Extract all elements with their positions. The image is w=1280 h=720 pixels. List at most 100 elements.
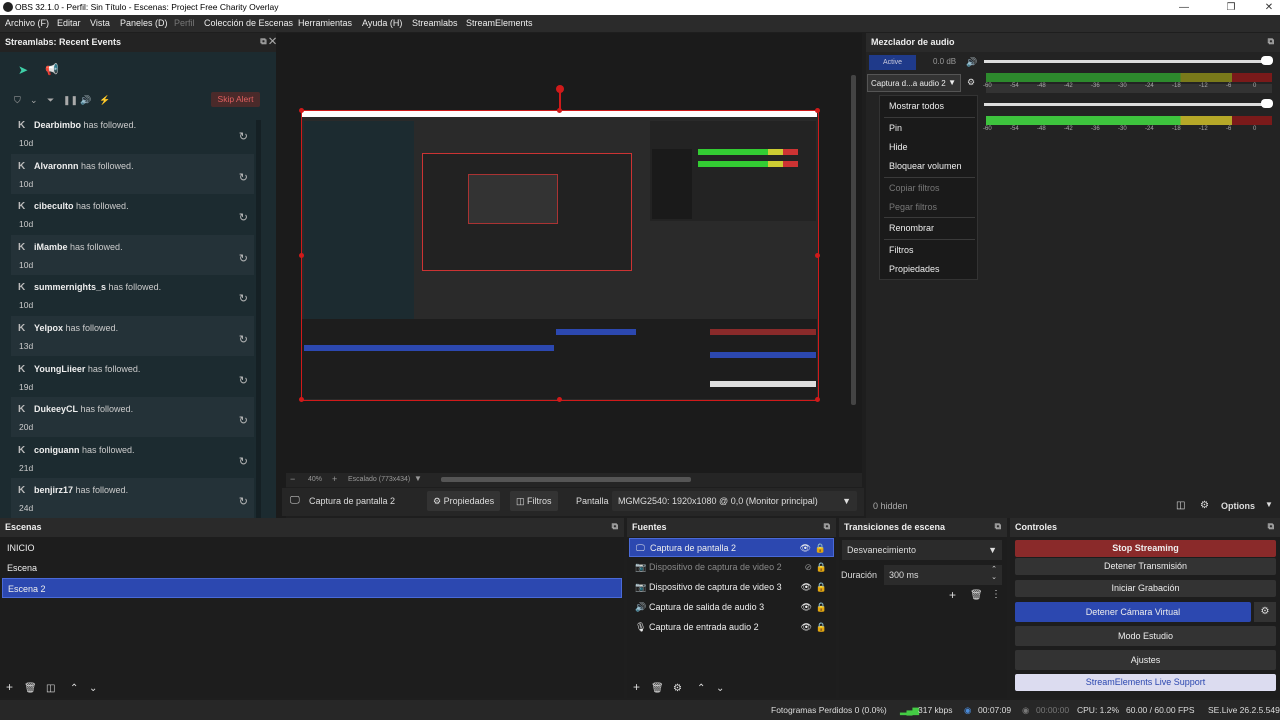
volume-slider-2[interactable] — [984, 103, 1272, 106]
resize-handle-l[interactable] — [299, 253, 304, 258]
settings-button[interactable]: Ajustes — [1015, 650, 1276, 670]
menu-pin[interactable]: Pin — [889, 123, 902, 133]
replay-icon[interactable]: ↻ — [239, 455, 248, 468]
menu-coleccion[interactable]: Colección de Escenas — [204, 18, 293, 28]
scene-item[interactable]: Escena — [2, 558, 622, 578]
options-dropdown-icon[interactable]: ▼ — [1265, 500, 1273, 509]
minimize-button[interactable]: — — [1165, 0, 1203, 15]
mute-alerts-icon[interactable]: ⚡ — [99, 95, 110, 106]
menu-editar[interactable]: Editar — [57, 18, 81, 28]
dock-float-icon[interactable]: ⧉ — [995, 521, 1001, 532]
source-item-selected[interactable]: 🖵 Captura de pantalla 2 👁 🔒 — [629, 538, 834, 557]
preview-vertical-scrollbar[interactable] — [851, 75, 856, 405]
dock-float-icon[interactable]: ⧉ — [824, 521, 830, 532]
replay-icon[interactable]: ↻ — [239, 211, 248, 224]
eye-hidden-icon[interactable]: ⊘ — [804, 558, 812, 577]
mixer-settings-icon[interactable]: ⚙ — [967, 77, 975, 88]
dock-float-icon[interactable]: ⧉ — [1268, 36, 1274, 47]
horizontal-scrollbar[interactable] — [441, 477, 691, 482]
replay-icon[interactable]: ↻ — [239, 130, 248, 143]
channel-select[interactable]: Captura d...a audio 2 ▼ — [867, 74, 961, 92]
menu-show-all[interactable]: Mostrar todos — [889, 101, 944, 111]
replay-icon[interactable]: ↻ — [239, 292, 248, 305]
eye-icon[interactable]: 👁 — [800, 539, 811, 558]
start-recording-button[interactable]: Iniciar Grabación — [1015, 580, 1276, 597]
display-select[interactable]: MGMG2540: 1920x1080 @ 0,0 (Monitor princ… — [612, 491, 857, 511]
source-item[interactable]: 🎙 Captura de entrada audio 2 👁 🔒 — [629, 618, 834, 637]
replay-icon[interactable]: ↻ — [239, 414, 248, 427]
scene-item-selected[interactable]: Escena 2 — [2, 578, 622, 598]
resize-handle-bl[interactable] — [299, 397, 304, 402]
shield-icon[interactable]: ⛉ — [14, 95, 21, 106]
volume-slider-1[interactable] — [984, 60, 1272, 63]
gear-icon[interactable]: ⚙ — [673, 683, 682, 694]
trash-icon[interactable]: 🗑 — [24, 683, 37, 694]
move-down-icon[interactable]: ⌄ — [716, 683, 724, 694]
eye-icon[interactable]: 👁 — [801, 578, 812, 597]
zoom-out-button[interactable]: − — [290, 474, 295, 484]
menu-vista[interactable]: Vista — [90, 18, 110, 28]
close-button[interactable]: ✕ — [1250, 0, 1280, 15]
move-down-icon[interactable]: ⌄ — [89, 683, 97, 694]
menu-paneles[interactable]: Paneles (D) — [120, 18, 168, 28]
filters-button[interactable]: ◫ Filtros — [510, 491, 558, 511]
source-item[interactable]: 📷 Dispositivo de captura de video 2 ⊘ 🔒 — [629, 558, 834, 577]
scale-dropdown-icon[interactable]: ▼ — [414, 474, 422, 483]
dock-float-close-icon[interactable]: ⧉ ✕ — [260, 36, 276, 47]
resize-handle-br[interactable] — [815, 397, 820, 402]
settings-icon[interactable]: ⚙ — [1200, 500, 1209, 511]
menu-lock-volume[interactable]: Bloquear volumen — [889, 161, 962, 171]
volume-slider-2-thumb[interactable] — [1261, 99, 1273, 108]
megaphone-icon[interactable]: 📢 — [45, 63, 59, 76]
se-live-support-button[interactable]: StreamElements Live Support — [1015, 674, 1276, 691]
lock-icon[interactable]: 🔒 — [816, 558, 827, 577]
pause-icon[interactable]: ❚❚ — [63, 95, 78, 106]
menu-properties[interactable]: Propiedades — [889, 264, 940, 274]
skip-alert-button[interactable]: Skip Alert — [211, 92, 260, 107]
menu-rename[interactable]: Renombrar — [889, 223, 934, 233]
menu-streamelements[interactable]: StreamElements — [466, 18, 533, 28]
dock-float-icon[interactable]: ⧉ — [1268, 521, 1274, 532]
preview-source-capture[interactable] — [299, 108, 820, 402]
replay-icon[interactable]: ↻ — [239, 495, 248, 508]
duration-field[interactable]: 300 ms ⌃ ⌄ — [884, 565, 1002, 585]
menu-copy-filters[interactable]: Copiar filtros — [889, 183, 940, 193]
layout-icon[interactable]: ◫ — [1176, 500, 1185, 511]
volume-icon[interactable]: 🔊 — [80, 95, 91, 106]
menu-paste-filters[interactable]: Pegar filtros — [889, 202, 937, 212]
replay-icon[interactable]: ↻ — [239, 252, 248, 265]
stop-virtual-cam-button[interactable]: Detener Cámara Virtual — [1015, 602, 1251, 622]
menu-hide[interactable]: Hide — [889, 142, 908, 152]
menu-ayuda[interactable]: Ayuda (H) — [362, 18, 402, 28]
rotation-handle[interactable] — [556, 85, 564, 93]
transition-select[interactable]: Desvanecimiento ▼ — [842, 540, 1002, 560]
maximize-button[interactable]: ❐ — [1212, 0, 1250, 15]
properties-button[interactable]: ⚙ Propiedades — [427, 491, 501, 511]
virtual-cam-settings-icon[interactable]: ⚙ — [1254, 602, 1276, 622]
resize-handle-b[interactable] — [557, 397, 562, 402]
add-icon[interactable]: + — [6, 680, 13, 694]
scene-item[interactable]: INICIO — [2, 538, 622, 558]
lock-icon[interactable]: 🔒 — [816, 578, 827, 597]
filter-icon[interactable]: ⏷ — [47, 95, 54, 106]
move-up-icon[interactable]: ⌃ — [697, 683, 705, 694]
eye-icon[interactable]: 👁 — [801, 618, 812, 637]
more-icon[interactable]: ⋮ — [991, 589, 1001, 600]
replay-icon[interactable]: ↻ — [239, 333, 248, 346]
volume-icon[interactable]: 🔊 — [966, 57, 977, 68]
send-icon[interactable]: ➤ — [18, 63, 28, 77]
lock-icon[interactable]: 🔒 — [816, 598, 827, 617]
stop-streaming-button[interactable]: Stop Streaming — [1015, 540, 1276, 557]
filter-icon[interactable]: ◫ — [46, 683, 55, 694]
menu-perfil[interactable]: Perfil — [174, 18, 195, 28]
stop-transmission-button[interactable]: Detener Transmisión — [1015, 558, 1276, 575]
source-item[interactable]: 📷 Dispositivo de captura de video 3 👁 🔒 — [629, 578, 834, 597]
studio-mode-button[interactable]: Modo Estudio — [1015, 626, 1276, 646]
resize-handle-r[interactable] — [815, 253, 820, 258]
resize-handle-tr[interactable] — [815, 108, 820, 113]
menu-filters[interactable]: Filtros — [889, 245, 914, 255]
zoom-in-button[interactable]: + — [332, 474, 337, 484]
replay-icon[interactable]: ↻ — [239, 374, 248, 387]
menu-archivo[interactable]: Archivo (F) — [5, 18, 49, 28]
volume-slider-1-thumb[interactable] — [1261, 56, 1273, 65]
